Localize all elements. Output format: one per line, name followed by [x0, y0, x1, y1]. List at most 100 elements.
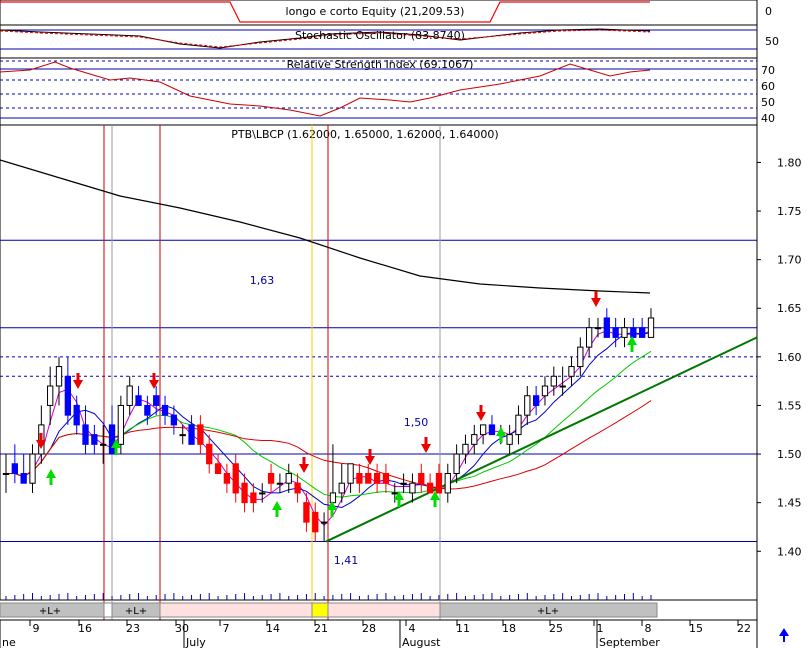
rsi-tick-50: 50 [761, 96, 775, 109]
candle-body [47, 385, 54, 406]
scroll-up-arrow-icon [779, 628, 789, 636]
position-label: +L+ [537, 606, 559, 617]
stochastic-tick-50: 50 [765, 35, 779, 48]
y-tick-label: 1.45 [777, 497, 802, 510]
candle-body [267, 472, 275, 484]
candle-body [586, 327, 593, 348]
candle-body [621, 327, 628, 338]
x-tick-label: 8 [645, 622, 652, 635]
candle-body [250, 492, 257, 504]
candle-body [197, 424, 204, 445]
candle-body [453, 453, 460, 474]
candle-body [188, 424, 195, 445]
x-tick-label: 18 [502, 622, 516, 635]
candle-body [73, 404, 80, 426]
level-label: 1,50 [404, 416, 429, 429]
x-tick-label: 30 [175, 622, 189, 635]
candle-body [541, 385, 549, 397]
candle-body [135, 395, 142, 406]
candle-body [91, 434, 98, 445]
candle-body [338, 482, 345, 494]
x-month-label: July [185, 636, 206, 648]
position-bar-segment [327, 602, 441, 618]
buy-arrow-icon [46, 469, 56, 478]
candle-body [568, 366, 575, 377]
candle-body [276, 482, 284, 485]
candle-body [630, 327, 637, 338]
level-label: 1,63 [250, 274, 275, 287]
x-tick-label: 16 [78, 622, 92, 635]
candle-body [153, 395, 160, 406]
candle-body [259, 492, 266, 495]
panel-frame [0, 124, 758, 601]
sell-arrow-icon [299, 464, 309, 473]
x-tick-label: 14 [266, 622, 280, 635]
x-tick-label: 9 [33, 622, 40, 635]
rsi-tick-40: 40 [761, 112, 775, 125]
candle-body [64, 375, 72, 416]
candle-body [126, 385, 133, 406]
rsi-tick-60: 60 [761, 80, 775, 93]
x-tick-label: 25 [549, 622, 563, 635]
candle-body [170, 414, 178, 426]
candle-body [303, 502, 310, 523]
x-tick-label: 23 [126, 622, 140, 635]
y-tick-label: 1.70 [777, 254, 802, 267]
x-month-label: September [599, 636, 660, 648]
x-tick-label: 11 [456, 622, 470, 635]
candle-body [471, 434, 478, 445]
candle-body [241, 482, 248, 504]
sell-arrow-icon [36, 440, 46, 449]
top-axis-tick: 0 [765, 5, 772, 18]
candle-body [55, 366, 63, 387]
position-bar-segment [159, 602, 313, 618]
candle-body [232, 463, 239, 494]
x-month-label: August [402, 636, 441, 648]
candle-body [418, 472, 425, 484]
y-tick-label: 1.50 [777, 448, 802, 461]
candle-body [532, 395, 540, 406]
candle-body [391, 492, 398, 495]
buy-arrow-icon [272, 501, 282, 510]
candle-body [11, 463, 18, 474]
candle-body [479, 424, 487, 436]
y-tick-label: 1.40 [777, 545, 802, 558]
sell-arrow-icon [476, 412, 486, 421]
position-label: +L+ [125, 606, 147, 617]
position-bar-segment [311, 602, 329, 618]
candle-body [312, 511, 319, 533]
sell-arrow-icon [421, 444, 431, 453]
price-panel-title: PTB\LBCP (1.62000, 1.65000, 1.62000, 1.6… [231, 128, 498, 141]
y-tick-label: 1.55 [777, 399, 802, 412]
rsi-tick-70: 70 [761, 64, 775, 77]
y-tick-label: 1.65 [777, 302, 802, 315]
equity-panel-title: longo e corto Equity (21,209.53) [286, 5, 465, 18]
candle-body [444, 472, 451, 494]
candle-body [612, 327, 619, 338]
candle-body [29, 453, 36, 484]
candle-body [603, 317, 610, 338]
chart-canvas: longo e corto Equity (21,209.53) 0 Stoch… [0, 0, 802, 648]
long-moving-average [0, 159, 651, 294]
candle-body [426, 482, 434, 494]
rsi-panel-title: Relative Strength Index (69.1067) [287, 58, 474, 71]
candle-body [214, 463, 222, 474]
candle-body [365, 472, 372, 484]
position-label: +L+ [39, 606, 61, 617]
candle-body [373, 472, 381, 484]
x-tick-label: 1 [597, 622, 604, 635]
candle-body [82, 424, 89, 445]
candle-body [515, 414, 522, 436]
y-tick-label: 1.75 [777, 205, 802, 218]
level-label: 1,41 [334, 554, 359, 567]
candle-body [462, 443, 469, 455]
support-trendline [325, 336, 758, 543]
candle-body [524, 395, 531, 416]
candle-body [647, 317, 655, 338]
candle-body [506, 434, 513, 445]
candle-body [2, 472, 10, 475]
candle-body [594, 327, 602, 330]
x-tick-label: 15 [689, 622, 703, 635]
x-tick-label: 21 [314, 622, 328, 635]
candle-body [435, 472, 443, 494]
